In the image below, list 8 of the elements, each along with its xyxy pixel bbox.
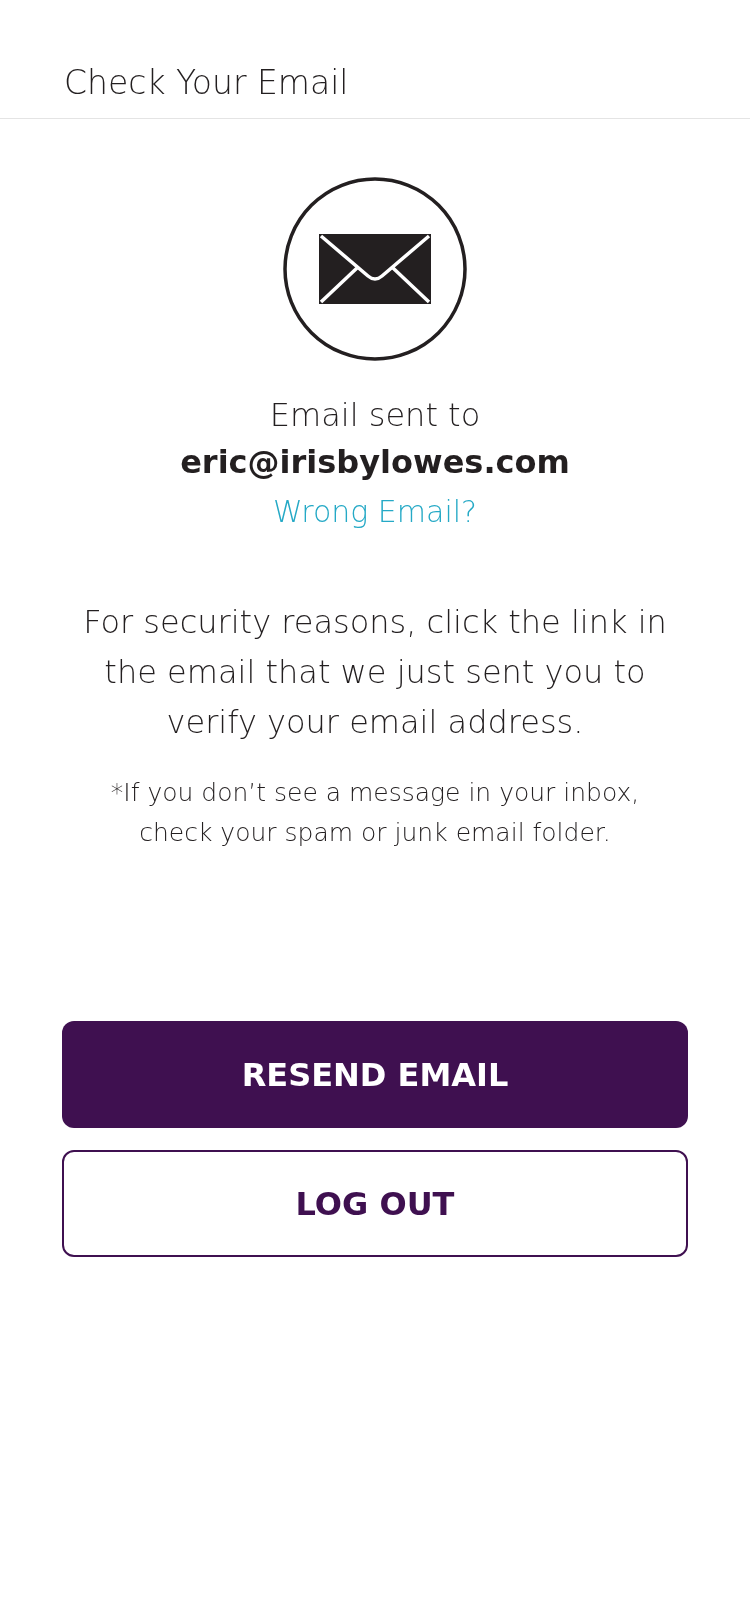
- note-text: *If you don’t see a message in your inbox, check your spam or junk email folder.: [109, 777, 641, 849]
- envelope-icon: [283, 177, 467, 361]
- email-address: eric@irisbylowes.com: [180, 442, 570, 483]
- resend-button[interactable]: RESEND EMAIL: [62, 1021, 688, 1128]
- page-title: Check Your Email: [64, 63, 349, 102]
- sent-label: Email sent to: [269, 395, 481, 436]
- logout-button[interactable]: LOG OUT: [62, 1150, 688, 1257]
- instructions-text: For security reasons, click the link in the email that we just sent you to verify your email address.: [82, 602, 668, 743]
